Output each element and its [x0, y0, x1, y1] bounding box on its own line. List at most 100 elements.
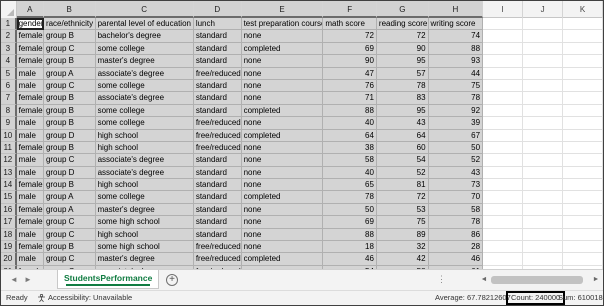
empty-cell[interactable]	[563, 129, 603, 142]
data-cell[interactable]: 44	[428, 67, 484, 80]
data-cell[interactable]: 95	[376, 104, 429, 118]
data-cell[interactable]: 78	[376, 79, 429, 93]
empty-cell[interactable]	[523, 117, 564, 130]
data-cell[interactable]: some high school	[95, 216, 194, 229]
data-cell[interactable]: group A	[43, 203, 96, 217]
data-cell[interactable]: master's degree	[95, 203, 194, 217]
data-cell[interactable]: 52	[428, 154, 484, 167]
column-header-e[interactable]: E	[241, 1, 324, 18]
empty-cell[interactable]	[563, 18, 603, 31]
header-cell[interactable]: writing score	[428, 18, 484, 31]
data-cell[interactable]: associate's degree	[95, 166, 194, 180]
data-cell[interactable]: group B	[43, 55, 96, 68]
tab-splitter-handle[interactable]: ⋮	[437, 274, 446, 284]
data-cell[interactable]: 58	[428, 203, 484, 217]
data-cell[interactable]: male	[16, 79, 44, 93]
horizontal-scrollbar[interactable]: ◄ ►	[479, 274, 601, 286]
data-cell[interactable]: completed	[241, 191, 324, 204]
data-cell[interactable]: female	[16, 42, 44, 56]
empty-cell[interactable]	[563, 154, 603, 167]
empty-cell[interactable]	[483, 216, 524, 229]
empty-cell[interactable]	[563, 67, 603, 80]
empty-cell[interactable]	[483, 42, 524, 56]
empty-cell[interactable]	[483, 141, 524, 155]
data-cell[interactable]: 81	[376, 179, 429, 192]
next-sheet-icon[interactable]: ►	[23, 275, 33, 285]
empty-cell[interactable]	[523, 191, 564, 204]
select-all-button[interactable]	[1, 1, 17, 18]
data-cell[interactable]: 64	[376, 129, 429, 142]
data-cell[interactable]: female	[16, 55, 44, 68]
data-cell[interactable]: 28	[428, 241, 484, 254]
empty-cell[interactable]	[523, 129, 564, 142]
column-header-c[interactable]: C	[95, 1, 194, 18]
empty-cell[interactable]	[483, 179, 524, 192]
data-cell[interactable]: 32	[376, 241, 429, 254]
empty-cell[interactable]	[483, 154, 524, 167]
data-cell[interactable]: 75	[428, 79, 484, 93]
data-cell[interactable]: group C	[43, 253, 96, 266]
empty-cell[interactable]	[563, 55, 603, 68]
data-cell[interactable]: 88	[323, 104, 377, 118]
row-header[interactable]: 12	[1, 154, 17, 167]
data-cell[interactable]: completed	[241, 129, 324, 142]
data-cell[interactable]: 93	[428, 55, 484, 68]
data-cell[interactable]: male	[16, 253, 44, 266]
empty-cell[interactable]	[523, 228, 564, 242]
header-cell[interactable]: gender	[16, 18, 44, 31]
data-cell[interactable]: 50	[428, 141, 484, 155]
data-cell[interactable]: standard	[193, 228, 242, 242]
empty-cell[interactable]	[483, 18, 524, 31]
header-cell[interactable]: lunch	[193, 18, 242, 31]
empty-cell[interactable]	[483, 104, 524, 118]
data-cell[interactable]: none	[241, 228, 324, 242]
data-cell[interactable]: 46	[428, 253, 484, 266]
data-cell[interactable]: 18	[323, 241, 377, 254]
empty-cell[interactable]	[563, 203, 603, 217]
row-header[interactable]: 11	[1, 141, 17, 155]
sheet-tab-students-performance[interactable]: StudentsPerformance	[57, 270, 160, 289]
scroll-left-icon[interactable]: ◄	[479, 274, 489, 286]
empty-cell[interactable]	[483, 191, 524, 204]
add-sheet-button[interactable]: +	[166, 274, 178, 286]
data-cell[interactable]: 78	[428, 216, 484, 229]
empty-cell[interactable]	[563, 141, 603, 155]
row-header[interactable]: 8	[1, 104, 17, 118]
data-cell[interactable]: 58	[323, 154, 377, 167]
data-cell[interactable]: none	[241, 241, 324, 254]
horizontal-scroll-thumb[interactable]	[491, 276, 583, 284]
row-header[interactable]: 19	[1, 241, 17, 254]
data-cell[interactable]: standard	[193, 154, 242, 167]
data-cell[interactable]: bachelor's degree	[95, 30, 194, 43]
data-cell[interactable]: 86	[428, 228, 484, 242]
data-cell[interactable]: some college	[95, 79, 194, 93]
data-cell[interactable]: none	[241, 55, 324, 68]
data-cell[interactable]: free/reduced	[193, 67, 242, 80]
worksheet-grid[interactable]: ABCDEFGHIJK 1 gender race/ethnicity parenta…	[1, 1, 603, 269]
data-cell[interactable]: 40	[323, 117, 377, 130]
empty-cell[interactable]	[523, 79, 564, 93]
data-cell[interactable]: 78	[323, 191, 377, 204]
data-cell[interactable]: group B	[43, 92, 96, 105]
data-cell[interactable]: 40	[323, 166, 377, 180]
data-cell[interactable]: 72	[323, 30, 377, 43]
data-cell[interactable]: male	[16, 166, 44, 180]
header-cell[interactable]: math score	[323, 18, 377, 31]
data-cell[interactable]: none	[241, 79, 324, 93]
data-cell[interactable]: female	[16, 203, 44, 217]
data-cell[interactable]: group B	[43, 104, 96, 118]
data-cell[interactable]: male	[16, 67, 44, 80]
row-header[interactable]: 13	[1, 166, 17, 180]
data-cell[interactable]: 76	[323, 79, 377, 93]
data-cell[interactable]: male	[16, 154, 44, 167]
scroll-right-icon[interactable]: ►	[591, 274, 601, 286]
data-cell[interactable]: free/reduced	[193, 241, 242, 254]
data-cell[interactable]: standard	[193, 30, 242, 43]
data-cell[interactable]: some high school	[95, 241, 194, 254]
row-header[interactable]: 1	[1, 18, 17, 31]
empty-cell[interactable]	[523, 253, 564, 266]
column-header-f[interactable]: F	[323, 1, 377, 18]
empty-cell[interactable]	[563, 191, 603, 204]
data-cell[interactable]: associate's degree	[95, 92, 194, 105]
data-cell[interactable]: group C	[43, 228, 96, 242]
